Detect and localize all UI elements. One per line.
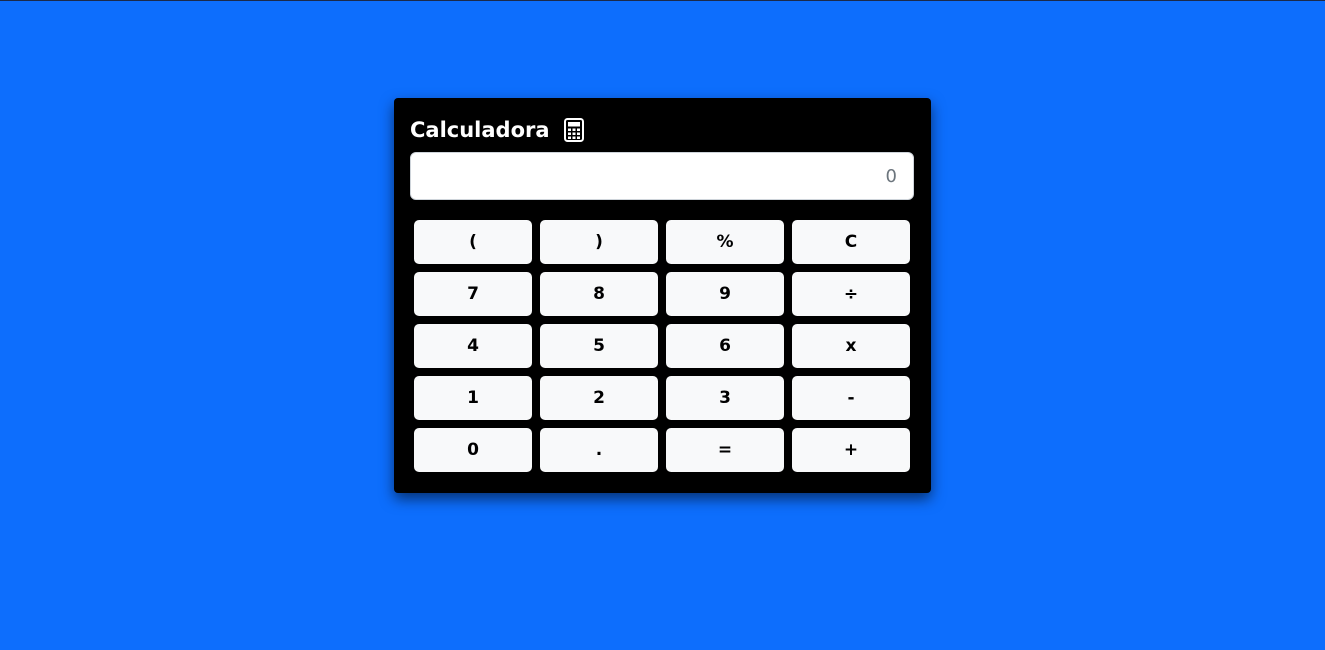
key-6-button[interactable]: 6 xyxy=(666,324,784,368)
key-3-button[interactable]: 3 xyxy=(666,376,784,420)
key-add-button[interactable]: + xyxy=(792,428,910,472)
key-clear-button[interactable]: C xyxy=(792,220,910,264)
calculator-title: Calculadora xyxy=(410,118,550,142)
key-subtract-button[interactable]: - xyxy=(792,376,910,420)
key-close-paren-button[interactable]: ) xyxy=(540,220,658,264)
key-0-button[interactable]: 0 xyxy=(414,428,532,472)
key-open-paren-button[interactable]: ( xyxy=(414,220,532,264)
key-divide-button[interactable]: ÷ xyxy=(792,272,910,316)
key-multiply-button[interactable]: x xyxy=(792,324,910,368)
calculator-panel: Calculadora ()%C 789÷ 456x 123- 0.=+ xyxy=(394,98,931,493)
key-2-button[interactable]: 2 xyxy=(540,376,658,420)
key-percent-button[interactable]: % xyxy=(666,220,784,264)
key-1-button[interactable]: 1 xyxy=(414,376,532,420)
calculator-header: Calculadora xyxy=(410,116,584,144)
key-decimal-button[interactable]: . xyxy=(540,428,658,472)
key-7-button[interactable]: 7 xyxy=(414,272,532,316)
key-8-button[interactable]: 8 xyxy=(540,272,658,316)
key-equals-button[interactable]: = xyxy=(666,428,784,472)
key-4-button[interactable]: 4 xyxy=(414,324,532,368)
calculator-display[interactable] xyxy=(410,152,914,200)
key-5-button[interactable]: 5 xyxy=(540,324,658,368)
calculator-icon xyxy=(563,118,584,142)
key-9-button[interactable]: 9 xyxy=(666,272,784,316)
calculator-keypad: ()% C 7 8 9 ÷ 4 5 6 x 1 2 3- 0. = + xyxy=(414,220,910,472)
